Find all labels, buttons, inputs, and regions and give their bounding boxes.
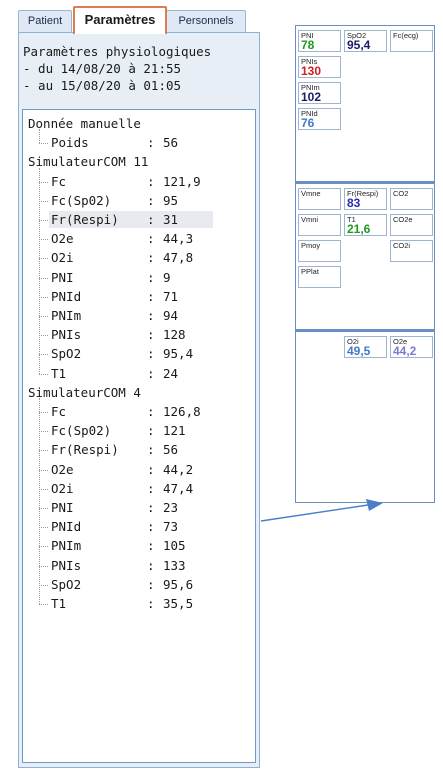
connector-arrow [260,499,383,522]
arrow-head [366,499,383,511]
tab-parametres[interactable]: Paramètres [73,6,167,34]
arrow-line [260,504,369,522]
